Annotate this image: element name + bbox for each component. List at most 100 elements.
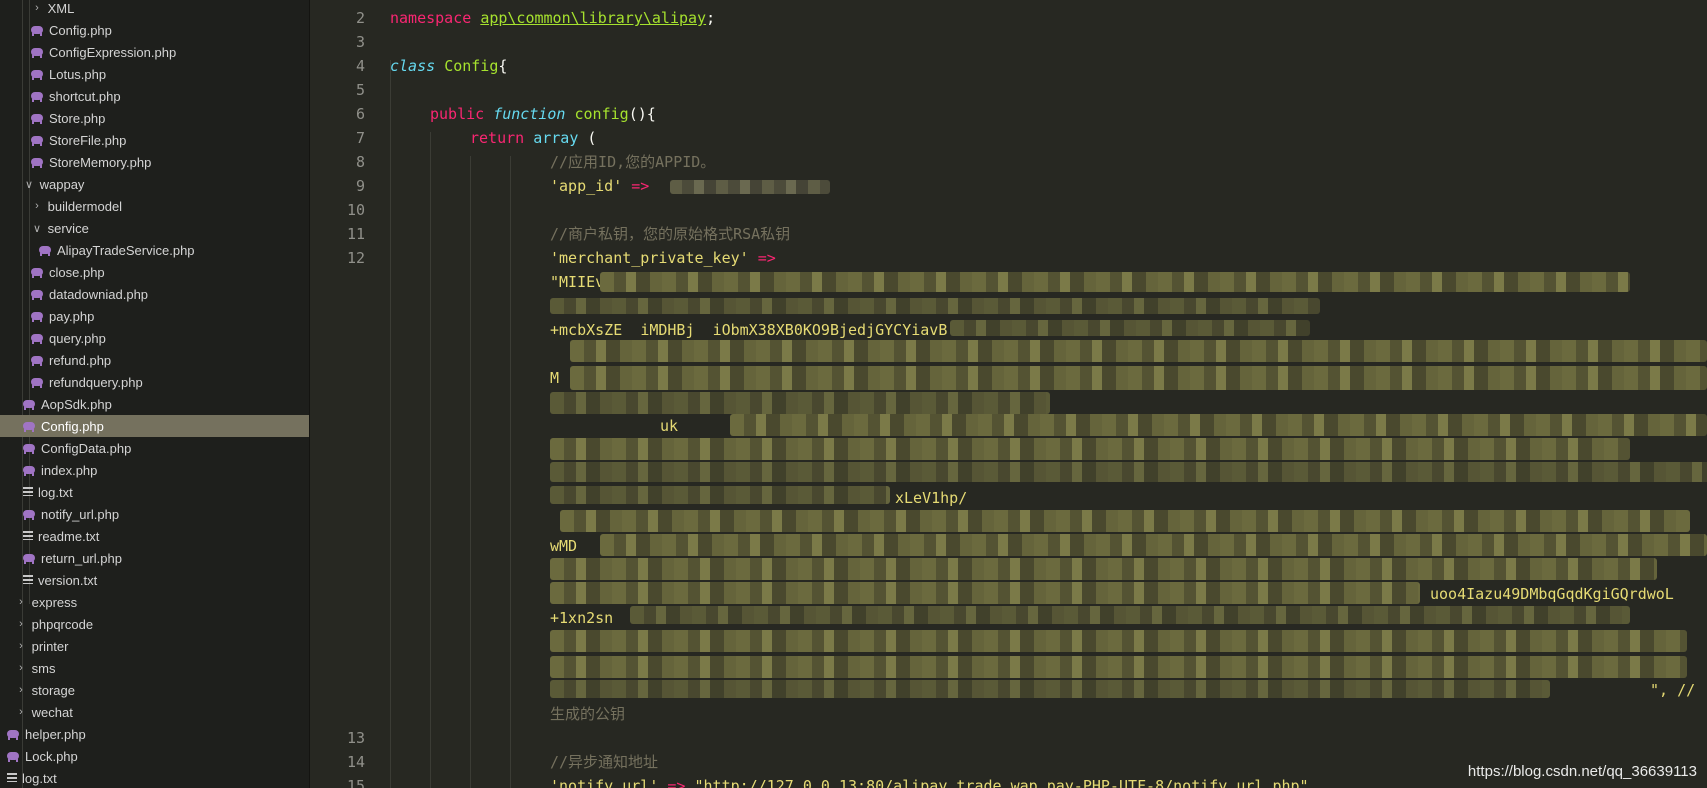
tree-file[interactable]: refund.php	[0, 349, 310, 371]
tree-file[interactable]: AopSdk.php	[0, 393, 310, 415]
indent-guide	[430, 132, 431, 788]
tree-folder[interactable]: › buildermodel	[0, 195, 310, 217]
code-line-class: class Config{	[390, 57, 508, 75]
code-line-appid: 'app_id' =>	[550, 177, 650, 195]
chevron-right-icon[interactable]: ›	[14, 684, 28, 696]
tree-folder[interactable]: ∨ service	[0, 217, 310, 239]
redacted-key	[950, 320, 1310, 336]
tree-file[interactable]: Config.php	[0, 19, 310, 41]
php-file-icon	[30, 375, 46, 389]
tree-folder[interactable]: › phpqrcode	[0, 613, 310, 635]
tree-item-label: Config.php	[49, 22, 112, 38]
key-fragment: xLeV1hp/	[895, 489, 968, 507]
text-file-icon	[6, 771, 18, 785]
key-fragment: M	[550, 369, 560, 387]
tree-file[interactable]: Lock.php	[0, 745, 310, 767]
tree-folder[interactable]: ∨ wappay	[0, 173, 310, 195]
tree-file[interactable]: AlipayTradeService.php	[0, 239, 310, 261]
tree-file[interactable]: refundquery.php	[0, 371, 310, 393]
code-line-private-key: 'merchant_private_key' =>	[550, 249, 776, 267]
php-file-icon	[30, 331, 46, 345]
redacted-key	[600, 534, 1707, 556]
tree-item-label: express	[31, 594, 78, 610]
chevron-down-icon[interactable]: ∨	[22, 178, 36, 191]
tree-file[interactable]: log.txt	[0, 481, 310, 503]
line-number: 7	[355, 129, 365, 147]
text-file-icon	[22, 485, 34, 499]
tree-item-label: close.php	[49, 264, 105, 280]
comment-notify-url: //异步通知地址	[550, 753, 659, 771]
tree-item-label: storage	[31, 682, 75, 698]
tree-item-label: Lotus.php	[49, 66, 107, 82]
tree-item-label: printer	[31, 638, 69, 654]
chevron-right-icon[interactable]: ›	[30, 2, 44, 14]
line-number: 14	[346, 753, 365, 771]
chevron-right-icon[interactable]: ›	[14, 640, 28, 652]
tree-file[interactable]: notify_url.php	[0, 503, 310, 525]
tree-item-label: AopSdk.php	[41, 396, 112, 412]
tree-item-label: Lock.php	[25, 748, 78, 764]
tree-file[interactable]: index.php	[0, 459, 310, 481]
chevron-down-icon[interactable]: ∨	[30, 222, 44, 235]
tree-file[interactable]: close.php	[0, 261, 310, 283]
tree-file[interactable]: readme.txt	[0, 525, 310, 547]
php-file-icon	[30, 353, 46, 367]
line-number: 5	[355, 81, 365, 99]
tree-folder[interactable]: › wechat	[0, 701, 310, 723]
indent-guide	[510, 156, 511, 788]
line-number: 8	[355, 153, 365, 171]
php-file-icon	[30, 265, 46, 279]
code-line-namespace: namespace app\common\library\alipay;	[390, 9, 716, 27]
code-line-return: return array (	[470, 129, 597, 147]
key-fragment: +1xn2sn	[550, 609, 614, 627]
tree-folder[interactable]: › sms	[0, 657, 310, 679]
tree-file[interactable]: return_url.php	[0, 547, 310, 569]
chevron-right-icon[interactable]: ›	[14, 596, 28, 608]
tree-file[interactable]: query.php	[0, 327, 310, 349]
tree-file[interactable]: pay.php	[0, 305, 310, 327]
php-file-icon	[30, 23, 46, 37]
tree-folder[interactable]: › printer	[0, 635, 310, 657]
tree-file[interactable]: Store.php	[0, 107, 310, 129]
tree-file[interactable]: version.txt	[0, 569, 310, 591]
line-number: 11	[346, 225, 365, 243]
chevron-right-icon[interactable]: ›	[14, 662, 28, 674]
tree-file[interactable]: Config.php	[0, 415, 310, 437]
comment-appid: //应用ID,您的APPID。	[550, 153, 716, 171]
key-fragment: "MIIEv	[550, 273, 605, 291]
php-file-icon	[22, 507, 38, 521]
tree-file[interactable]: Lotus.php	[0, 63, 310, 85]
redacted-key	[550, 462, 1707, 482]
tree-item-label: index.php	[41, 462, 98, 478]
php-file-icon	[30, 309, 46, 323]
code-line-notify-url: 'notify_url' => "http://127.0.0.13:80/al…	[550, 777, 1309, 788]
tree-item-label: refund.php	[49, 352, 112, 368]
tree-file[interactable]: StoreMemory.php	[0, 151, 310, 173]
tree-folder[interactable]: › express	[0, 591, 310, 613]
tree-file[interactable]: StoreFile.php	[0, 129, 310, 151]
tree-file[interactable]: log.txt	[0, 767, 310, 788]
code-editor[interactable]: 2 3 4 5 6 7 8 9 10 11 12 13 14 15 namesp…	[310, 0, 1707, 788]
php-file-icon	[30, 133, 46, 147]
key-fragment: +mcbXsZE iMDHBj iObmX38XB0KO9BjedjGYCYia…	[550, 321, 948, 339]
php-file-icon	[30, 111, 46, 125]
redacted-key	[550, 558, 1657, 580]
tree-item-label: ConfigData.php	[41, 440, 132, 456]
tree-file[interactable]: ConfigData.php	[0, 437, 310, 459]
tree-item-label: readme.txt	[38, 528, 100, 544]
redacted-key	[550, 680, 1550, 698]
tree-file[interactable]: ConfigExpression.php	[0, 41, 310, 63]
line-number: 4	[355, 57, 365, 75]
php-file-icon	[6, 749, 22, 763]
tree-file[interactable]: shortcut.php	[0, 85, 310, 107]
chevron-right-icon[interactable]: ›	[30, 200, 44, 212]
tree-file[interactable]: helper.php	[0, 723, 310, 745]
chevron-right-icon[interactable]: ›	[14, 706, 28, 718]
chevron-right-icon[interactable]: ›	[14, 618, 28, 630]
tree-item-label: helper.php	[25, 726, 86, 742]
redacted-key	[570, 340, 1707, 362]
tree-file[interactable]: datadowniad.php	[0, 283, 310, 305]
line-number: 13	[346, 729, 365, 747]
tree-folder[interactable]: › storage	[0, 679, 310, 701]
tree-folder[interactable]: › XML	[0, 0, 310, 19]
